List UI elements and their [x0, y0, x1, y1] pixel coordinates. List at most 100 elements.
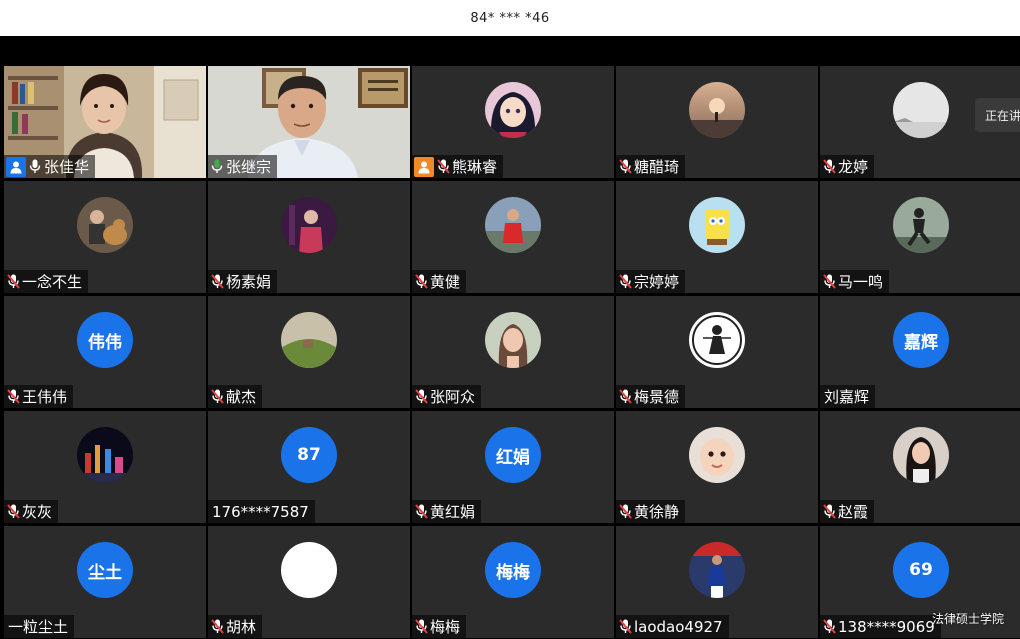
participant-name: 献杰 [226, 388, 257, 406]
participant-tile[interactable]: 灰灰 [4, 411, 206, 523]
participant-name-bar: 138****9069 [820, 615, 941, 638]
avatar-photo [281, 312, 337, 368]
avatar-initials: 69 [893, 542, 949, 598]
participant-name-bar: 赵霞 [820, 500, 875, 523]
meeting-id: 84* *** *46 [470, 10, 550, 26]
participant-tile[interactable]: 尘土一粒尘土 [4, 526, 206, 638]
participant-tile[interactable]: 红娟 黄红娟 [412, 411, 614, 523]
participant-name-bar: 梅梅 [412, 615, 467, 638]
participant-tile[interactable]: 赵霞 [820, 411, 1020, 523]
participant-name-bar: 糖醋琦 [616, 155, 686, 178]
participant-tile[interactable]: laodao4927 [616, 526, 818, 638]
avatar-photo [281, 542, 337, 598]
avatar-photo [893, 197, 949, 253]
participant-tile[interactable]: 胡林 [208, 526, 410, 638]
avatar-photo [689, 542, 745, 598]
participant-tile[interactable]: 87 176****7587 [208, 411, 410, 523]
mic-muted-icon [210, 274, 224, 290]
mic-muted-icon [414, 389, 428, 405]
mic-muted-icon [618, 274, 632, 290]
now-speaking-text: 正在讲话 [985, 108, 1020, 123]
participant-name-bar: 王伟伟 [4, 385, 74, 408]
avatar-photo [77, 197, 133, 253]
avatar-photo [893, 82, 949, 138]
avatar-initials: 尘土 [77, 542, 133, 598]
mic-muted-icon [6, 274, 20, 290]
mic-muted-icon [618, 389, 632, 405]
participant-tile[interactable]: 献杰 [208, 296, 410, 408]
participant-name-bar: 一念不生 [4, 270, 89, 293]
participant-tile[interactable]: 梅梅 梅梅 [412, 526, 614, 638]
participant-name: 刘嘉辉 [824, 388, 870, 406]
participant-name-bar: 黄红娟 [412, 500, 482, 523]
participant-name: 张佳华 [44, 158, 90, 176]
participant-name: 黄徐静 [634, 503, 680, 521]
participant-tile[interactable]: 杨素娟 [208, 181, 410, 293]
participant-grid: 张佳华 张继宗 熊琳睿 糖醋琦 龙婷 一念不生 杨素娟 黄健 宗婷婷 马一鸣 伟伟 王伟伟 献杰 张阿众… [4, 66, 1020, 639]
mic-muted-icon [822, 504, 836, 520]
participant-name-bar: 熊琳睿 [412, 155, 504, 178]
host-person-icon [6, 156, 26, 177]
meeting-title-bar: 84* *** *46 [0, 0, 1020, 36]
avatar-photo [77, 427, 133, 483]
mic-icon [28, 159, 42, 175]
participant-name-bar: 杨素娟 [208, 270, 278, 293]
participant-name: 梅梅 [430, 618, 461, 636]
participant-name-bar: 黄徐静 [616, 500, 686, 523]
avatar-initials: 伟伟 [77, 312, 133, 368]
mic-muted-icon [414, 619, 428, 635]
participant-tile[interactable]: 张佳华 [4, 66, 206, 178]
participant-name-bar: 宗婷婷 [616, 270, 686, 293]
mic-muted-icon [618, 504, 632, 520]
participant-name-bar: 黄健 [412, 270, 467, 293]
avatar-photo [689, 197, 745, 253]
participant-name-bar: 马一鸣 [820, 270, 890, 293]
participant-tile[interactable]: 黄徐静 [616, 411, 818, 523]
participant-name: 138****9069 [838, 617, 935, 636]
participant-name-bar: 一粒尘土 [4, 615, 75, 638]
avatar-photo [485, 197, 541, 253]
avatar-photo [485, 82, 541, 138]
participant-name-bar: laodao4927 [616, 615, 729, 638]
mic-muted-icon [414, 274, 428, 290]
participant-tile[interactable]: 梅景德 [616, 296, 818, 408]
participant-name: 龙婷 [838, 158, 869, 176]
participant-name-bar: 龙婷 [820, 155, 875, 178]
participant-name: 一念不生 [22, 273, 83, 291]
avatar-initials: 嘉辉 [893, 312, 949, 368]
participant-name: 熊琳睿 [452, 158, 498, 176]
participant-tile[interactable]: 糖醋琦 [616, 66, 818, 178]
participant-name-bar: 献杰 [208, 385, 263, 408]
mic-muted-icon [822, 619, 836, 635]
participant-name: 杨素娟 [226, 273, 272, 291]
participant-tile[interactable]: 马一鸣 [820, 181, 1020, 293]
participant-tile[interactable]: 熊琳睿 [412, 66, 614, 178]
participant-name: 糖醋琦 [634, 158, 680, 176]
participant-name: 一粒尘土 [8, 618, 69, 636]
participant-tile[interactable]: 伟伟 王伟伟 [4, 296, 206, 408]
watermark-text: 法律硕士学院 [931, 612, 1004, 626]
participant-name: 赵霞 [838, 503, 869, 521]
participant-name: 宗婷婷 [634, 273, 680, 291]
participant-name: 张继宗 [226, 158, 272, 176]
participant-tile[interactable]: 宗婷婷 [616, 181, 818, 293]
avatar-photo [689, 427, 745, 483]
participant-tile[interactable]: 一念不生 [4, 181, 206, 293]
avatar-initials: 87 [281, 427, 337, 483]
mic-muted-icon [822, 159, 836, 175]
participant-tile[interactable]: 张阿众 [412, 296, 614, 408]
participant-name-bar: 张阿众 [412, 385, 482, 408]
watermark: 法律硕士学院 [932, 610, 1004, 627]
participant-name-bar: 灰灰 [4, 500, 59, 523]
mic-muted-icon [618, 619, 632, 635]
participant-tile[interactable]: 嘉辉刘嘉辉 [820, 296, 1020, 408]
participant-name: 马一鸣 [838, 273, 884, 291]
participant-name-bar: 刘嘉辉 [820, 385, 876, 408]
avatar-initials: 梅梅 [485, 542, 541, 598]
avatar-photo [689, 312, 745, 368]
mic-muted-icon [436, 159, 450, 175]
participant-name-bar: 梅景德 [616, 385, 686, 408]
participant-tile[interactable]: 黄健 [412, 181, 614, 293]
participant-name: 张阿众 [430, 388, 476, 406]
participant-tile[interactable]: 张继宗 [208, 66, 410, 178]
